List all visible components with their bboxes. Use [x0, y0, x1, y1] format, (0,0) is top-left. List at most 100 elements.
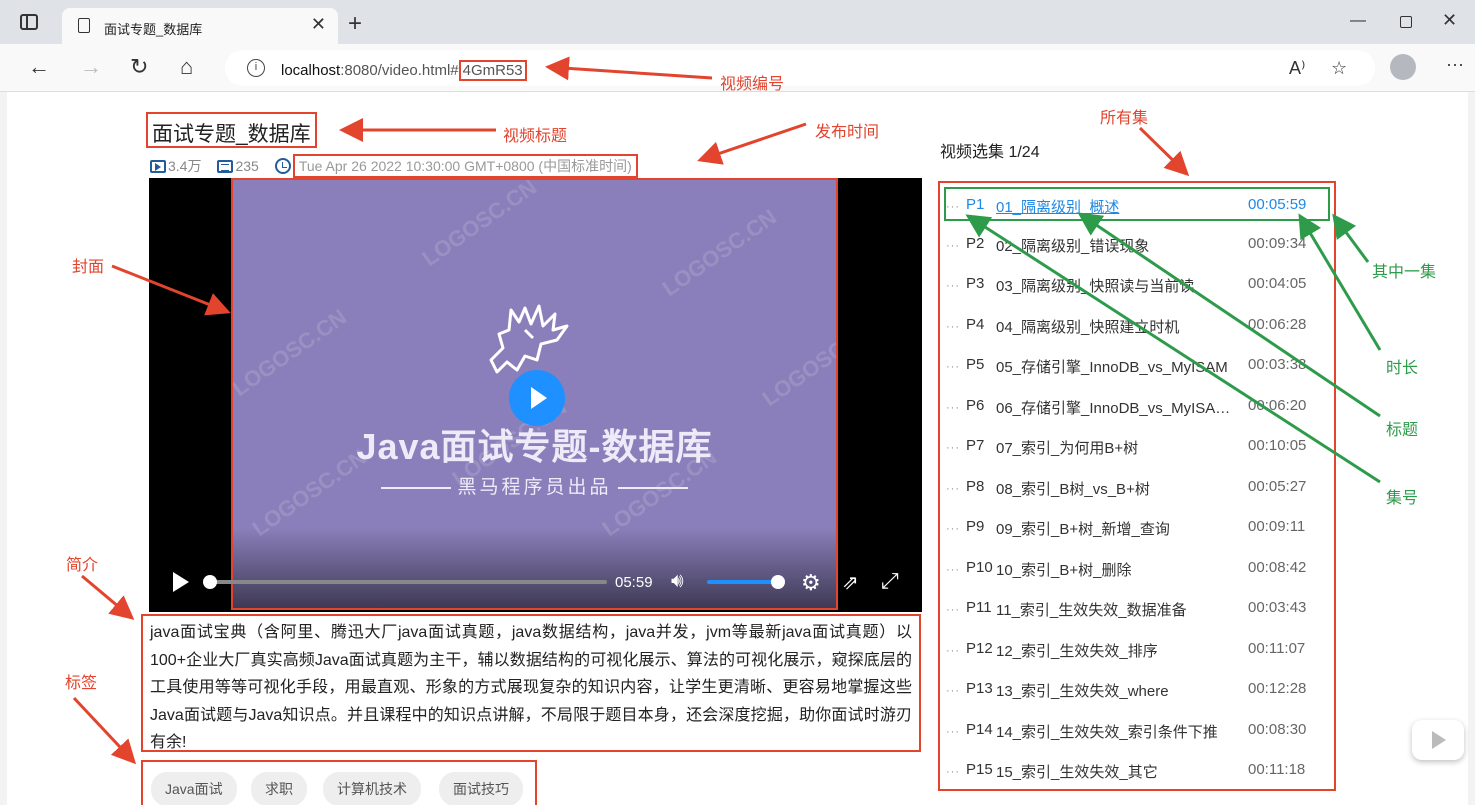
floating-play-widget[interactable] [1412, 720, 1464, 760]
watermark: LOGOSC.CN [757, 314, 838, 412]
sidebar-toggle-icon[interactable] [20, 14, 38, 30]
episode-number: P12 [966, 639, 993, 657]
cover-subtitle: 黑马程序员出品 [457, 477, 612, 498]
episode-item[interactable]: ··· P3 03_隔离级别_快照读与当前读 00:04:05 [946, 268, 1330, 302]
reload-icon[interactable]: ↻ [130, 54, 148, 80]
episode-number: P7 [966, 437, 985, 454]
episode-dots-icon: ··· [946, 766, 960, 778]
maximize-icon[interactable] [1400, 16, 1412, 28]
episode-title: 10_索引_B+树_删除 [996, 561, 1132, 579]
annotation-duration: 时长 [1386, 360, 1419, 377]
tag-list: Java面试 求职 计算机技术 面试技巧 [141, 760, 537, 805]
progress-bar[interactable] [203, 575, 607, 589]
episode-item[interactable]: ··· P7 07_索引_为何用B+树 00:10:05 [946, 430, 1330, 464]
episode-dots-icon: ··· [946, 239, 960, 252]
episode-number: P13 [966, 680, 993, 697]
episode-item[interactable]: ··· P1 01_隔离级别_概述 00:05:59 [944, 187, 1330, 221]
episodes-header: 视频选集 1/24 [940, 144, 1040, 161]
episode-item[interactable]: ··· P13 13_索引_生效失效_where 00:12:28 [946, 673, 1330, 707]
url-path: :8080/video.html# [340, 62, 459, 79]
volume-icon[interactable]: 🔊︎ [671, 570, 684, 593]
volume-slider[interactable] [707, 575, 786, 589]
episode-dots-icon: ··· [946, 685, 960, 697]
episode-item[interactable]: ··· P12 12_索引_生效失效_排序 00:11:07 [946, 633, 1330, 667]
back-icon[interactable]: ← [28, 54, 50, 80]
episode-dots-icon: ··· [946, 361, 960, 373]
episode-dots-icon: ··· [946, 563, 960, 576]
publish-time: Tue Apr 26 2022 10:30:00 GMT+0800 (中国标准时… [292, 154, 638, 178]
minimize-icon[interactable]: — [1350, 12, 1366, 30]
episode-title: 12_索引_生效失效_排序 [996, 642, 1158, 660]
profile-avatar[interactable] [1390, 54, 1416, 80]
popout-icon[interactable]: ⇗ [842, 570, 859, 595]
episode-duration: 00:09:11 [1248, 518, 1306, 535]
episode-item[interactable]: ··· P10 10_索引_B+树_删除 00:08:42 [946, 552, 1330, 586]
settings-gear-icon[interactable]: ⚙ [801, 570, 821, 596]
episode-title: 06_存储引擎_InnoDB_vs_MyISAM_... [996, 399, 1241, 417]
tag[interactable]: Java面试 [151, 772, 237, 805]
tag[interactable]: 求职 [251, 772, 307, 805]
episode-title: 02_隔离级别_错误现象 [996, 237, 1150, 255]
episode-item[interactable]: ··· P4 04_隔离级别_快照建立时机 00:06:28 [946, 309, 1330, 343]
episode-duration: 00:03:38 [1248, 356, 1307, 373]
episode-item[interactable]: ··· P9 09_索引_B+树_新增_查询 00:09:11 [946, 511, 1330, 545]
tab-title: 面试专题_数据库 [104, 22, 203, 37]
video-cover[interactable]: LOGOSC.CN LOGOSC.CN LOGOSC.CN LOGOSC.CN … [231, 178, 838, 610]
divider [617, 486, 688, 489]
episode-title: 14_索引_生效失效_索引条件下推 [996, 723, 1218, 741]
episode-dots-icon: ··· [946, 482, 960, 495]
episode-item[interactable]: ··· P6 06_存储引擎_InnoDB_vs_MyISAM_... 00:06:2… [946, 390, 1330, 424]
site-info-icon[interactable]: i [247, 59, 265, 77]
episode-number: P14 [966, 720, 993, 738]
tag[interactable]: 计算机技术 [323, 772, 421, 805]
fullscreen-icon[interactable]: ⤢ [881, 568, 899, 594]
play-count: 3.4万 [168, 158, 202, 174]
episode-item[interactable]: ··· P11 11_索引_生效失效_数据准备 00:03:43 [946, 592, 1330, 626]
episode-title: 11_索引_生效失效_数据准备 [996, 602, 1187, 619]
episode-title: 09_索引_B+树_新增_查询 [996, 521, 1170, 538]
url-host: localhost [281, 62, 341, 79]
forward-icon[interactable]: → [80, 54, 102, 80]
cover-subtitle-row: 黑马程序员出品 [233, 472, 836, 499]
page-icon [78, 18, 90, 33]
close-tab-icon[interactable]: ✕ [311, 14, 326, 35]
annotation-ep-title: 标题 [1386, 422, 1419, 439]
watermark: LOGOSC.CN [657, 204, 782, 302]
danmaku-count: 235 [235, 158, 259, 174]
big-play-button[interactable] [509, 370, 565, 426]
episode-item[interactable]: ··· P8 08_索引_B树_vs_B+树 00:05:27 [946, 471, 1330, 505]
annotation-ep-number: 集号 [1386, 490, 1419, 507]
play-icon[interactable] [173, 572, 189, 592]
annotation-video-title: 视频标题 [503, 128, 568, 145]
new-tab-icon[interactable]: + [348, 10, 362, 38]
video-player[interactable]: LOGOSC.CN LOGOSC.CN LOGOSC.CN LOGOSC.CN … [149, 178, 922, 612]
episode-title: 03_隔离级别_快照读与当前读 [996, 278, 1195, 295]
favorite-icon[interactable]: ☆ [1331, 58, 1347, 79]
episode-item[interactable]: ··· P2 02_隔离级别_错误现象 00:09:34 [946, 228, 1330, 262]
home-icon[interactable]: ⌂ [180, 54, 193, 80]
episode-item[interactable]: ··· P14 14_索引_生效失效_索引条件下推 00:08:30 [946, 714, 1330, 748]
more-icon[interactable]: ··· [1446, 54, 1464, 75]
watermark: LOGOSC.CN [231, 304, 352, 402]
browser-tab[interactable]: 面试专题_数据库 ✕ [62, 8, 338, 44]
episode-number: P3 [966, 275, 985, 292]
progress-knob[interactable] [203, 575, 217, 589]
read-aloud-icon[interactable]: A⁾ [1289, 58, 1305, 79]
episode-title: 15_索引_生效失效_其它 [996, 764, 1158, 781]
episode-item[interactable]: ··· P15 15_索引_生效失效_其它 00:11:18 [946, 754, 1330, 788]
episode-title: 05_存储引擎_InnoDB_vs_MyISAM [996, 359, 1228, 376]
episode-duration: 00:03:43 [1248, 599, 1307, 616]
annotation-video-id: 视频编号 [720, 76, 785, 93]
annotation-cover: 封面 [72, 259, 105, 276]
episode-list: ··· P1 01_隔离级别_概述 00:05:59 ··· P2 02_隔离级别_错误现象… [938, 181, 1336, 791]
annotation-publish-time: 发布时间 [815, 124, 880, 141]
episode-duration: 00:08:42 [1248, 558, 1307, 576]
episode-dots-icon: ··· [946, 725, 960, 738]
episode-title: 04_隔离级别_快照建立时机 [996, 318, 1180, 336]
episode-number: P6 [966, 396, 985, 414]
tag[interactable]: 面试技巧 [439, 772, 523, 805]
episode-item[interactable]: ··· P5 05_存储引擎_InnoDB_vs_MyISAM 00:03:38 [946, 349, 1330, 383]
close-window-icon[interactable]: ✕ [1442, 10, 1457, 31]
url-text: localhost:8080/video.html# 4GmR53 [281, 60, 527, 81]
address-bar[interactable]: i localhost:8080/video.html# 4GmR53 A⁾ ☆ [225, 50, 1375, 86]
